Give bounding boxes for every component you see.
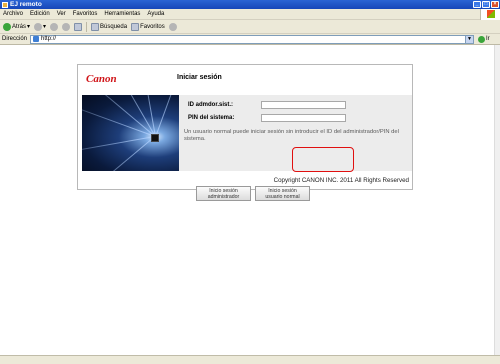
address-bar: Dirección http:// ▼ Ir — [0, 34, 500, 45]
forward-arrow-icon — [34, 22, 43, 31]
windows-logo-icon — [480, 9, 500, 20]
pin-input[interactable] — [261, 114, 346, 122]
search-label: Búsqueda — [100, 23, 128, 30]
window-title: EJ remoto — [10, 1, 42, 8]
address-url: http:// — [41, 36, 57, 42]
vertical-scrollbar[interactable] — [494, 45, 500, 355]
search-button[interactable]: Búsqueda — [91, 22, 128, 31]
go-arrow-icon — [478, 35, 486, 43]
refresh-icon[interactable] — [62, 22, 71, 31]
admin-login-label-line2: administrador — [207, 194, 240, 200]
maximize-button[interactable]: □ — [482, 1, 490, 8]
menu-bar: Archivo Edición Ver Favoritos Herramient… — [0, 9, 500, 20]
forward-button[interactable]: ▾ — [34, 22, 46, 31]
search-icon — [91, 22, 100, 31]
page-icon — [33, 36, 40, 42]
status-bar — [0, 355, 500, 364]
copyright-text: Copyright CANON INC. 2011 All Rights Res… — [273, 177, 409, 184]
menu-tools[interactable]: Herramientas — [104, 11, 140, 17]
go-button[interactable]: Ir — [478, 35, 490, 43]
cube-icon — [151, 134, 159, 142]
user-login-label-line2: usuario normal — [265, 194, 300, 200]
admin-id-input[interactable] — [261, 101, 346, 109]
close-button[interactable]: × — [491, 1, 499, 8]
canon-logo: Canon — [86, 73, 117, 85]
chevron-down-icon[interactable]: ▾ — [43, 23, 46, 30]
toolbar-separator — [86, 21, 88, 32]
menu-help[interactable]: Ayuda — [147, 11, 164, 17]
address-label: Dirección — [2, 36, 28, 42]
admin-id-label: ID admdor.sist.: — [188, 102, 234, 108]
hero-image — [82, 95, 179, 171]
pin-label: PIN del sistema: — [188, 115, 235, 121]
menu-favorites[interactable]: Favoritos — [73, 11, 98, 17]
menu-view[interactable]: Ver — [57, 11, 66, 17]
stop-icon[interactable] — [50, 22, 59, 31]
favorites-label: Favoritos — [140, 23, 165, 30]
home-icon[interactable] — [74, 22, 83, 31]
info-text: Un usuario normal puede iniciar sesión s… — [184, 129, 399, 142]
back-label: Atrás — [12, 23, 27, 30]
toolbar: Atrás ▾ ▾ Búsqueda Favoritos — [0, 20, 500, 34]
menu-file[interactable]: Archivo — [3, 11, 23, 17]
window-controls: _ □ × — [473, 1, 499, 8]
favorites-icon — [131, 22, 140, 31]
login-panel: Canon Iniciar sesión ID admdor.sist.: PI… — [77, 64, 413, 201]
address-input[interactable]: http:// ▼ — [30, 34, 475, 44]
chevron-down-icon[interactable]: ▼ — [465, 35, 474, 43]
ie-icon — [2, 1, 8, 8]
go-label: Ir — [486, 36, 490, 42]
menu-edit[interactable]: Edición — [30, 11, 50, 17]
admin-login-button[interactable]: Inicio sesión administrador — [196, 186, 251, 201]
page-title: Iniciar sesión — [177, 74, 222, 81]
back-button[interactable]: Atrás ▾ — [3, 22, 30, 31]
highlight-annotation — [292, 147, 354, 172]
back-arrow-icon — [3, 22, 11, 31]
user-login-button[interactable]: Inicio sesión usuario normal — [255, 186, 310, 201]
favorites-button[interactable]: Favoritos — [131, 22, 165, 31]
history-icon[interactable] — [168, 22, 177, 31]
window-titlebar: EJ remoto _ □ × — [0, 0, 500, 9]
chevron-down-icon[interactable]: ▾ — [27, 23, 30, 30]
minimize-button[interactable]: _ — [473, 1, 481, 8]
